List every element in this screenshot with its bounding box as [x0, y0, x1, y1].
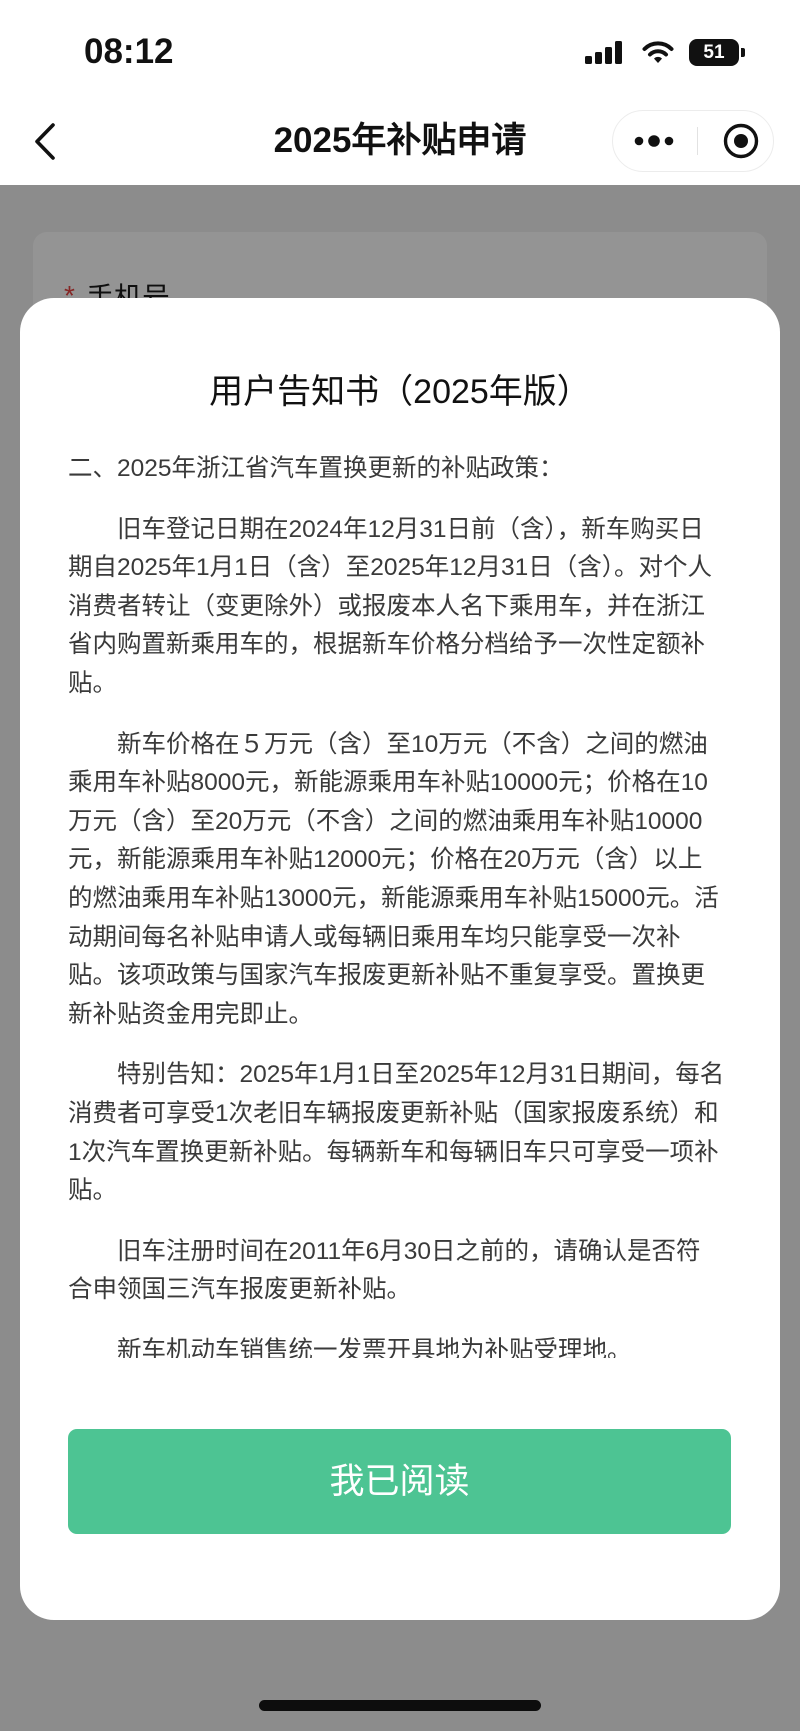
app-header: 08:12 51 2025年补贴申请 — [0, 0, 800, 185]
notice-text-line: 旧车注册时间在2011年6月30日之前的，请确认是否符 — [117, 1237, 701, 1265]
signal-bar-4 — [615, 41, 622, 64]
notice-paragraph: 新车价格在５万元（含）至10万元（不含）之间的燃油 乘用车补贴8000元，新能源… — [68, 726, 740, 1035]
notice-text-line: 新车机动车销售统一发票开具地为补贴受理地。 — [117, 1336, 632, 1358]
chevron-stroke — [35, 123, 55, 160]
target-circle-icon[interactable] — [698, 111, 774, 171]
notice-text-line: 省内购置新乘用车的，根据新车价格分档给予一次性定额补 — [68, 631, 705, 659]
notice-paragraph: 旧车登记日期在2024年12月31日前（含），新车购买日 期自2025年1月1日… — [68, 511, 740, 704]
dot-middle — [648, 135, 660, 147]
status-time: 08:12 — [84, 32, 174, 71]
page-title: 2025年补贴申请 — [273, 121, 527, 160]
close-mini-program-button[interactable] — [698, 111, 774, 171]
notice-text-line: 期自2025年1月1日（含）至2025年12月31日（含）。对个人 — [68, 554, 713, 582]
wifi-arc-outer — [642, 41, 674, 51]
more-dots-icon[interactable] — [613, 111, 697, 171]
cellular-signal-icon — [585, 41, 622, 64]
section-heading: 二、2025年浙江省汽车置换更新的补贴政策： — [68, 455, 564, 482]
notice-paragraph: 新车机动车销售统一发票开具地为补贴受理地。 — [68, 1332, 740, 1358]
notice-text-line: 消费者转让（变更除外）或报废本人名下乘用车，并在浙江 — [68, 592, 705, 620]
notice-text-line: 新补贴资金用完即止。 — [68, 1000, 313, 1028]
signal-bar-3 — [605, 47, 612, 64]
nav-bar: 2025年补贴申请 — [0, 105, 800, 185]
notice-text-line: 贴。 — [68, 669, 117, 697]
notice-text-line: 贴。 — [68, 1177, 117, 1205]
mini-program-capsule — [612, 110, 774, 172]
notice-paragraph: 旧车注册时间在2011年6月30日之前的，请确认是否符 合申领国三汽车报废更新补… — [68, 1233, 740, 1310]
home-indicator — [259, 1700, 541, 1711]
battery-cap — [741, 48, 745, 57]
notice-text-line: 贴。该项政策与国家汽车报废更新补贴不重复享受。置换更 — [68, 962, 705, 990]
wifi-dot — [654, 56, 662, 63]
more-button[interactable] — [613, 111, 697, 171]
wifi-icon — [642, 41, 674, 63]
user-notice-modal: 用户告知书（2025年版） 二、2025年浙江省汽车置换更新的补贴政策： 旧车登… — [20, 298, 780, 1620]
wifi-arc-middle — [648, 49, 668, 57]
signal-bar-2 — [595, 52, 602, 64]
notice-text-line: 消费者可享受1次老旧车辆报废更新补贴（国家报废系统）和 — [68, 1099, 719, 1127]
notice-text-line: 万元（含）至20万元（不含）之间的燃油乘用车补贴10000 — [68, 807, 703, 835]
notice-text-line: 合申领国三汽车报废更新补贴。 — [68, 1276, 411, 1304]
notice-scroll-area[interactable]: 二、2025年浙江省汽车置换更新的补贴政策： 旧车登记日期在2024年12月31… — [68, 450, 740, 1358]
notice-text-line: 旧车登记日期在2024年12月31日前（含），新车购买日 — [117, 515, 704, 543]
notice-text-line: 动期间每名补贴申请人或每辆旧乘用车均只能享受一次补 — [68, 923, 681, 951]
notice-paragraph: 特别告知：2025年1月1日至2025年12月31日期间，每名 消费者可享受1次… — [68, 1056, 740, 1210]
back-button[interactable] — [31, 121, 59, 161]
confirm-read-button[interactable]: 我已阅读 — [68, 1429, 731, 1534]
status-bar: 08:12 51 — [0, 0, 800, 105]
target-center — [734, 134, 748, 148]
notice-text-line: 乘用车补贴8000元，新能源乘用车补贴10000元；价格在10 — [68, 769, 708, 797]
notice-text-line: 1次汽车置换更新补贴。每辆新车和每辆旧车只可享受一项补 — [68, 1138, 719, 1166]
signal-bar-1 — [585, 56, 592, 64]
notice-text-line: 新车价格在５万元（含）至10万元（不含）之间的燃油 — [117, 730, 708, 758]
battery-icon: 51 — [689, 39, 745, 66]
dot-left — [634, 136, 644, 146]
notice-text-line: 的燃油乘用车补贴13000元，新能源乘用车补贴15000元。活 — [68, 884, 719, 912]
notice-text-line: 特别告知：2025年1月1日至2025年12月31日期间，每名 — [117, 1061, 725, 1089]
notice-text-line: 元，新能源乘用车补贴12000元；价格在20万元（含）以上 — [68, 846, 703, 874]
dot-right — [664, 136, 674, 146]
battery-level: 51 — [703, 42, 725, 63]
chevron-left-icon[interactable] — [31, 121, 59, 161]
modal-title: 用户告知书（2025年版） — [209, 373, 591, 411]
